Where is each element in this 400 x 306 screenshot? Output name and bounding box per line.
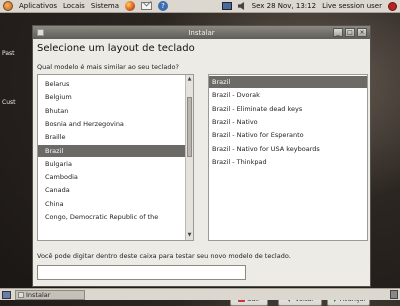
country-list-item[interactable]: Belarus <box>38 78 185 90</box>
keyboard-test-input[interactable] <box>37 265 246 280</box>
ubuntu-logo-icon[interactable] <box>3 1 13 11</box>
layout-list-item[interactable]: Brazil - Thinkpad <box>209 156 367 168</box>
menu-system[interactable]: Sistema <box>91 2 119 10</box>
layout-list-item[interactable]: Brazil - Nativo for USA keyboards <box>209 143 367 155</box>
help-icon[interactable]: ? <box>158 1 169 11</box>
country-list-item[interactable]: Braille <box>38 131 185 143</box>
close-icon[interactable]: × <box>357 28 367 37</box>
layout-list-item[interactable]: Brazil - Nativo for Esperanto <box>209 129 367 141</box>
trash-icon[interactable] <box>390 290 398 299</box>
question-label: Qual modelo é mais similar ao seu teclad… <box>37 63 179 71</box>
power-icon[interactable] <box>388 1 397 11</box>
taskbar-item-installer[interactable]: Instalar <box>15 289 85 300</box>
network-icon[interactable] <box>221 2 232 10</box>
layout-list-item[interactable]: Brazil - Dvorak <box>209 89 367 101</box>
desktop-icon-label[interactable]: Past <box>2 50 15 57</box>
layout-list-item[interactable]: Brazil - Eliminate dead keys <box>209 103 367 115</box>
country-list-item[interactable]: Brazil <box>38 144 185 157</box>
country-list-item[interactable]: Bhutan <box>38 105 185 117</box>
country-list-item[interactable]: Canada <box>38 184 185 196</box>
country-list[interactable]: ▲ ▼ Belarus Belgium Bhutan Bosnia and Herze… <box>37 74 194 241</box>
page-title: Selecione um layout de teclado <box>37 43 195 54</box>
country-list-scrollbar[interactable]: ▲ ▼ <box>185 75 193 240</box>
window-menu-icon[interactable] <box>37 29 44 36</box>
country-list-item[interactable]: Belgium <box>38 91 185 103</box>
layout-list-item[interactable]: Brazil <box>209 76 367 88</box>
scroll-up-icon[interactable]: ▲ <box>187 77 192 82</box>
country-list-item[interactable]: China <box>38 198 185 210</box>
layout-list[interactable]: Brazil Brazil - Dvorak Brazil - Eliminate … <box>208 74 368 241</box>
maximize-icon[interactable]: □ <box>345 28 355 37</box>
session-user[interactable]: Live session user <box>322 2 382 10</box>
top-panel: Aplicativos Locais Sistema ? Sex 28 Nov,… <box>0 0 400 13</box>
window-titlebar[interactable]: Instalar _ □ × <box>33 26 370 39</box>
desktop-icon-label[interactable]: Insta <box>14 190 29 197</box>
minimize-icon[interactable]: _ <box>333 28 343 37</box>
scroll-down-icon[interactable]: ▼ <box>187 233 192 238</box>
volume-icon[interactable] <box>237 2 245 10</box>
clock[interactable]: Sex 28 Nov, 13:12 <box>252 2 316 10</box>
mail-icon[interactable] <box>141 2 153 10</box>
country-list-item[interactable]: Bulgaria <box>38 158 185 170</box>
country-list-item[interactable]: Congo, Democratic Republic of the <box>38 211 185 223</box>
scrollbar-thumb[interactable] <box>187 97 192 157</box>
installer-window: Instalar _ □ × Selecione um layout de te… <box>32 25 371 306</box>
menu-applications[interactable]: Aplicativos <box>19 2 57 10</box>
window-title: Instalar <box>188 28 215 37</box>
show-desktop-icon[interactable] <box>2 290 11 299</box>
firefox-icon[interactable] <box>125 1 136 11</box>
desktop-icon-label[interactable]: Cust <box>2 99 15 106</box>
country-list-item[interactable]: Cambodia <box>38 171 185 183</box>
country-list-item[interactable]: Bosnia and Herzegovina <box>38 118 185 130</box>
layout-list-item[interactable]: Brazil - Nativo <box>209 116 367 128</box>
test-hint: Você pode digitar dentro deste caixa par… <box>37 252 291 260</box>
menu-places[interactable]: Locais <box>63 2 85 10</box>
bottom-panel: Instalar <box>0 288 400 300</box>
